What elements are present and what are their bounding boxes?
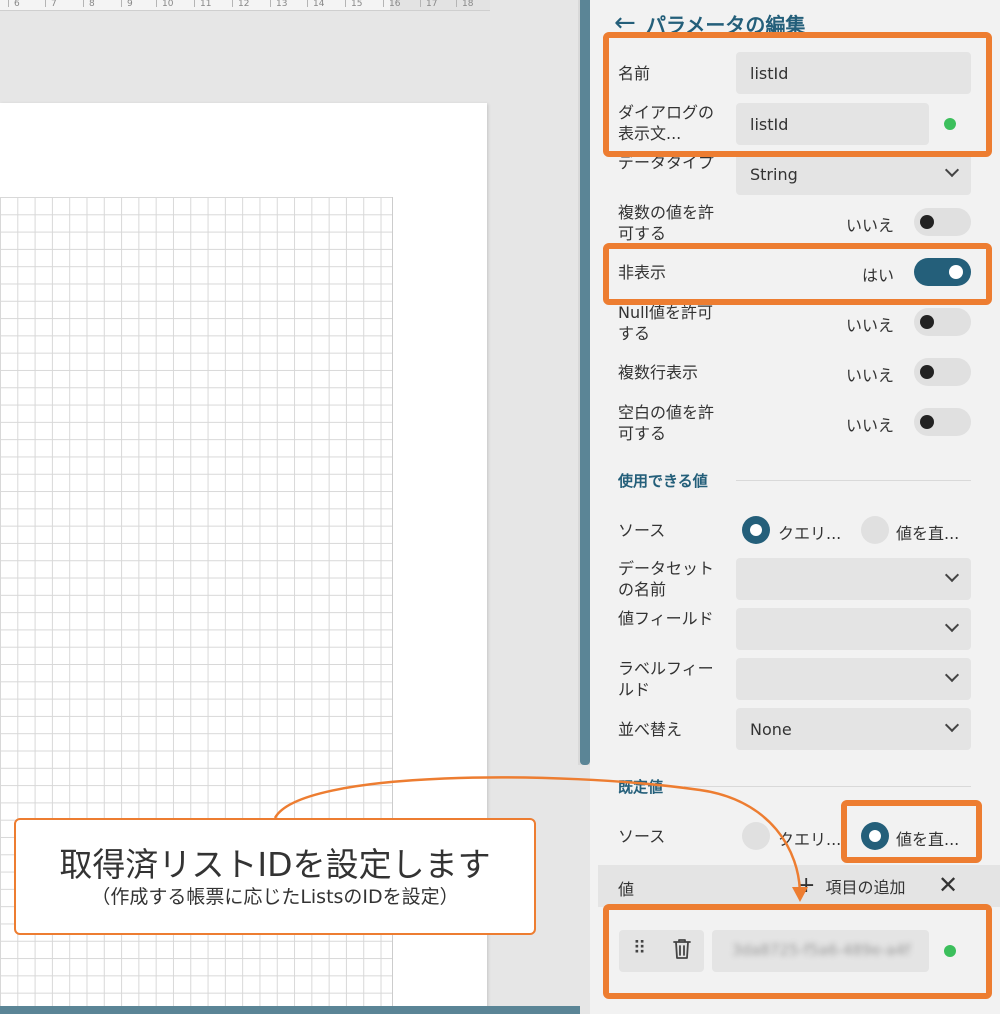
ruler-tick: 16 — [382, 0, 401, 9]
highlight-direct-radio — [841, 800, 982, 863]
toggle-knob — [920, 365, 934, 379]
ruler-tick: 11 — [193, 0, 212, 9]
section-divider — [684, 786, 971, 787]
datatype-select[interactable]: String — [736, 153, 971, 195]
dataset-select[interactable] — [736, 558, 971, 600]
ruler-margin-shade — [390, 0, 490, 10]
chevron-down-icon — [944, 617, 960, 633]
available-values-heading: 使用できる値 — [618, 472, 708, 490]
available-source-direct-label[interactable]: 値を直... — [896, 520, 959, 544]
ruler-tick: 8 — [83, 0, 95, 9]
plus-icon: + — [797, 873, 816, 898]
ruler-tick: 12 — [231, 0, 250, 9]
label-field-label: ラベルフィールド — [618, 659, 714, 699]
default-source-query-radio[interactable] — [742, 822, 770, 850]
null-label: Null値を許可する — [618, 303, 714, 343]
datatype-value: String — [750, 164, 798, 184]
callout-sub-text: （作成する帳票に応じたListsのIDを設定） — [91, 886, 459, 908]
empty-toggle[interactable] — [914, 408, 971, 436]
multi-value-label: 複数の値を許可する — [618, 203, 715, 243]
highlight-value-item — [603, 904, 992, 999]
available-source-label: ソース — [618, 521, 666, 540]
multi-value-toggle[interactable] — [914, 208, 971, 236]
label-field-select[interactable] — [736, 658, 971, 700]
null-text: いいえ — [845, 316, 894, 335]
section-divider — [736, 480, 971, 481]
sort-label: 並べ替え — [618, 720, 683, 739]
chevron-down-icon — [944, 162, 960, 178]
horizontal-ruler: 6 7 8 9 10 11 12 13 14 15 16 17 18 — [0, 0, 490, 11]
ruler-tick: 10 — [155, 0, 174, 9]
sort-select[interactable]: None — [736, 708, 971, 750]
default-values-heading: 既定値 — [618, 778, 664, 796]
callout-main-text: 取得済リストIDを設定します — [59, 845, 491, 884]
available-source-query-label[interactable]: クエリ... — [778, 520, 841, 544]
multiline-text: いいえ — [845, 366, 894, 385]
add-item-button[interactable]: + 項目の追加 — [797, 874, 905, 898]
empty-text: いいえ — [845, 416, 894, 435]
horizontal-scrollbar[interactable] — [0, 1006, 580, 1014]
dataset-label: データセットの名前 — [618, 559, 715, 599]
chevron-down-icon — [944, 717, 960, 733]
highlight-name-prompt — [603, 32, 992, 157]
default-source-query-label[interactable]: クエリ... — [778, 826, 841, 850]
ruler-tick: 13 — [269, 0, 288, 9]
available-source-query-radio[interactable] — [742, 516, 770, 544]
available-source-direct-radio[interactable] — [861, 516, 889, 544]
ruler-tick: 9 — [121, 0, 133, 9]
ruler-tick: 15 — [344, 0, 363, 9]
empty-label: 空白の値を許可する — [618, 403, 715, 443]
toggle-knob — [920, 315, 934, 329]
toggle-knob — [920, 215, 934, 229]
value-field-label: 値フィールド — [618, 609, 714, 628]
sort-value: None — [750, 719, 792, 739]
values-label: 値 — [618, 880, 635, 899]
ruler-tick: 18 — [455, 0, 474, 9]
chevron-down-icon — [944, 567, 960, 583]
multi-value-text: いいえ — [845, 216, 894, 235]
highlight-hidden — [603, 243, 992, 305]
ruler-tick: 17 — [419, 0, 438, 9]
null-toggle[interactable] — [914, 308, 971, 336]
chevron-down-icon — [944, 667, 960, 683]
value-field-select[interactable] — [736, 608, 971, 650]
multiline-label: 複数行表示 — [618, 363, 699, 382]
toggle-knob — [920, 415, 934, 429]
default-source-label: ソース — [618, 827, 666, 846]
multiline-toggle[interactable] — [914, 358, 971, 386]
add-item-label: 項目の追加 — [825, 878, 906, 897]
ruler-tick: 7 — [45, 0, 57, 9]
ruler-tick: 6 — [8, 0, 20, 9]
close-icon[interactable]: ✕ — [938, 871, 958, 899]
vertical-scrollbar[interactable] — [580, 0, 590, 765]
ruler-tick: 14 — [306, 0, 325, 9]
